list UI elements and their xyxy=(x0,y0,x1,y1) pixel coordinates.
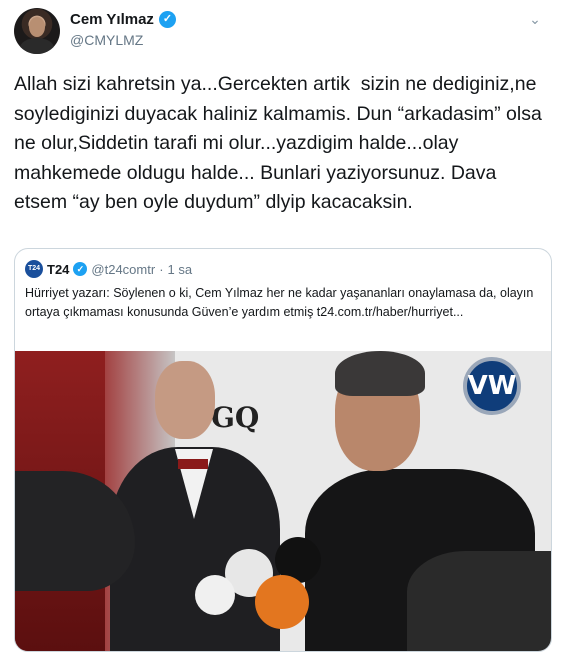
quoted-verified-icon: ✓ xyxy=(73,262,88,276)
quoted-tweet-header: T24 T24 ✓ @t24comtr · 1 sa xyxy=(25,260,192,278)
avatar-body xyxy=(20,38,54,54)
tweet-header: Cem Yılmaz ✓ @CMYLMZ ⌄ xyxy=(14,8,548,56)
tweet-card: Cem Yılmaz ✓ @CMYLMZ ⌄ Allah sizi kahret… xyxy=(0,0,562,660)
person-left-head xyxy=(155,361,215,439)
author-display-name[interactable]: Cem Yılmaz xyxy=(70,11,154,28)
person-left-bowtie xyxy=(178,459,208,469)
microphone-silver xyxy=(195,575,235,615)
quoted-separator: · xyxy=(159,261,164,277)
photo-microphones xyxy=(155,531,405,651)
person-right-hair xyxy=(335,351,425,396)
quoted-display-name[interactable]: T24 xyxy=(47,262,69,277)
microphone-orange xyxy=(255,575,309,629)
tweet-text: Allah sizi kahretsin ya...Gercekten arti… xyxy=(14,73,548,213)
avatar-face xyxy=(29,17,45,37)
quoted-tweet-photo[interactable]: GQ VW xyxy=(15,351,551,651)
author-block: Cem Yılmaz ✓ @CMYLMZ xyxy=(70,11,176,48)
t24-logo-icon: T24 xyxy=(25,260,43,278)
quoted-timestamp[interactable]: 1 sa xyxy=(168,262,193,277)
chevron-down-icon[interactable]: ⌄ xyxy=(526,10,544,28)
quoted-tweet-text: Hürriyet yazarı: Söylenen o ki, Cem Yılm… xyxy=(25,286,534,319)
author-handle[interactable]: @CMYLMZ xyxy=(70,32,176,48)
quoted-handle[interactable]: @t24comtr xyxy=(91,262,155,277)
avatar[interactable] xyxy=(14,8,60,54)
verified-icon: ✓ xyxy=(158,11,176,28)
photo-reporter-arm-right xyxy=(407,551,551,651)
author-name-row: Cem Yılmaz ✓ xyxy=(70,11,176,28)
quoted-tweet[interactable]: T24 T24 ✓ @t24comtr · 1 sa Hürriyet yaza… xyxy=(14,248,552,652)
